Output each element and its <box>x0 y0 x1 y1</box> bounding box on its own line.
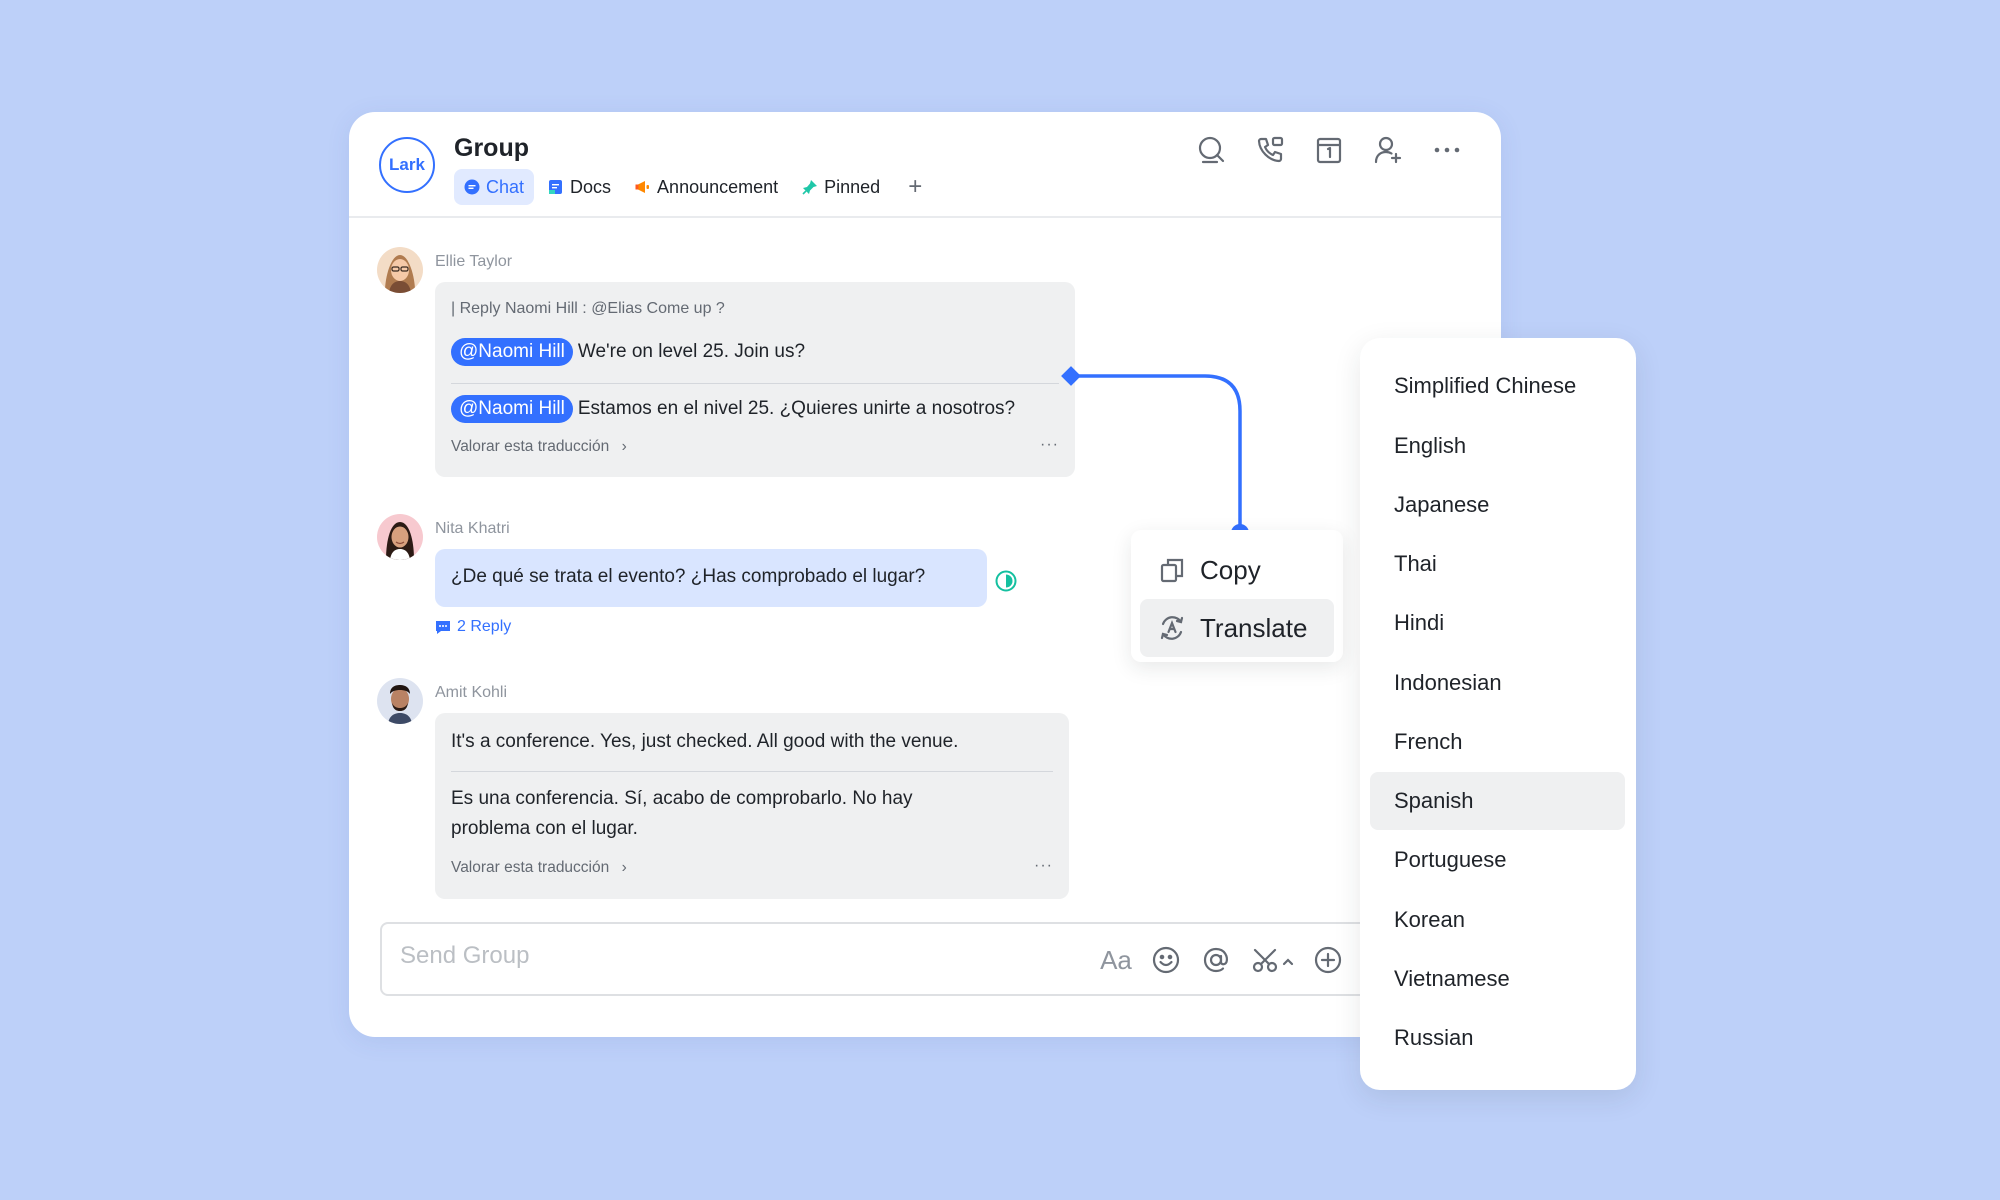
mention-tag[interactable]: @Naomi Hill <box>451 338 573 366</box>
translation-divider <box>451 771 1053 772</box>
read-status-icon <box>995 570 1017 592</box>
translate-menu-item[interactable]: Translate <box>1140 599 1334 657</box>
translate-icon <box>1158 614 1186 642</box>
language-option[interactable]: Simplified Chinese <box>1370 357 1625 415</box>
thread-icon <box>435 619 451 635</box>
language-option[interactable]: Vietnamese <box>1370 950 1625 1008</box>
group-title: Group <box>454 134 529 162</box>
translation-text-line-2: problema con el lugar. <box>451 818 638 839</box>
sender-name: Nita Khatri <box>435 520 510 537</box>
sender-name: Amit Kohli <box>435 684 508 701</box>
translate-label: Translate <box>1200 612 1308 643</box>
header-actions <box>1168 134 1463 166</box>
message-bubble[interactable]: ¿De qué se trata el evento? ¿Has comprob… <box>435 549 987 607</box>
pin-icon <box>802 179 818 195</box>
copy-label: Copy <box>1200 554 1261 585</box>
translation-text-line-1: Es una conferencia. Sí, acabo de comprob… <box>451 788 913 809</box>
language-option[interactable]: Korean <box>1370 891 1625 949</box>
rate-translation-link[interactable]: Valorar esta traducción › <box>451 438 627 456</box>
language-option-selected[interactable]: Spanish <box>1370 772 1625 830</box>
more-icon[interactable] <box>1431 134 1463 166</box>
language-option[interactable]: Portuguese <box>1370 831 1625 889</box>
rate-translation-label: Valorar esta traducción <box>451 438 610 455</box>
language-option[interactable]: English <box>1370 417 1625 475</box>
thread-reply-link[interactable]: 2 Reply <box>435 618 511 636</box>
add-tab-button[interactable]: + <box>908 175 922 199</box>
chevron-right-icon: › <box>621 438 627 455</box>
language-option[interactable]: Russian <box>1370 1009 1625 1067</box>
megaphone-icon <box>635 179 651 195</box>
avatar[interactable] <box>377 247 423 293</box>
text-format-icon[interactable]: Aa <box>1100 944 1132 976</box>
tab-chat[interactable]: Chat <box>454 169 535 205</box>
sender-name: Ellie Taylor <box>435 253 513 270</box>
tab-announcement[interactable]: Announcement <box>625 169 788 205</box>
scissors-icon[interactable] <box>1250 944 1294 976</box>
translation-divider <box>451 383 1059 384</box>
tab-pinned-label: Pinned <box>824 176 881 197</box>
message-text-content: We're on level 25. Join us? <box>577 341 806 362</box>
message-text: ¿De qué se trata el evento? ¿Has comprob… <box>451 566 926 587</box>
language-option[interactable]: Hindi <box>1370 594 1625 652</box>
add-member-icon[interactable] <box>1372 134 1404 166</box>
message-text: It's a conference. Yes, just checked. Al… <box>451 731 959 752</box>
message-amit: Amit Kohli It's a conference. Yes, just … <box>377 678 1177 918</box>
message-bubble[interactable]: | Reply Naomi Hill : @Elias Come up ? @N… <box>435 282 1075 477</box>
translation-text: @Naomi Hill Estamos en el nivel 25. ¿Qui… <box>451 395 1015 423</box>
translation-text-content: Estamos en el nivel 25. ¿Quieres unirte … <box>577 398 1016 419</box>
calendar-icon[interactable] <box>1313 134 1345 166</box>
tab-pinned[interactable]: Pinned <box>792 169 890 205</box>
docs-icon <box>548 179 564 195</box>
chat-header: Lark Group Chat Docs Announcement Pinned… <box>349 112 1501 218</box>
message-ellie: Ellie Taylor | Reply Naomi Hill : @Elias… <box>377 247 1177 487</box>
tab-bar: Chat Docs Announcement Pinned + <box>454 169 922 205</box>
tab-chat-label: Chat <box>486 176 525 197</box>
text-format-label: Aa <box>1100 944 1132 975</box>
reply-quote: | Reply Naomi Hill : @Elias Come up ? <box>451 300 725 317</box>
language-option[interactable]: Indonesian <box>1370 654 1625 712</box>
reply-count: 2 Reply <box>457 618 512 635</box>
rate-translation-label: Valorar esta traducción <box>451 859 610 876</box>
more-options-button[interactable]: ··· <box>1034 857 1053 875</box>
language-option[interactable]: Japanese <box>1370 476 1625 534</box>
tab-docs[interactable]: Docs <box>538 169 621 205</box>
lark-logo: Lark <box>379 137 435 193</box>
language-option[interactable]: French <box>1370 713 1625 771</box>
mention-icon[interactable] <box>1200 944 1232 976</box>
avatar[interactable] <box>377 514 423 560</box>
language-list: Simplified Chinese English Japanese Thai… <box>1360 338 1636 1090</box>
search-icon[interactable] <box>1195 134 1227 166</box>
emoji-icon[interactable] <box>1150 944 1182 976</box>
chat-bubble-icon <box>464 179 480 195</box>
language-option[interactable]: Thai <box>1370 535 1625 593</box>
message-context-menu: Copy Translate <box>1131 530 1343 662</box>
message-text: @Naomi Hill We're on level 25. Join us? <box>451 338 805 366</box>
avatar[interactable] <box>377 678 423 724</box>
add-circle-icon[interactable] <box>1312 944 1344 976</box>
message-composer: Aa <box>380 922 1480 996</box>
tab-docs-label: Docs <box>570 176 612 197</box>
mention-tag[interactable]: @Naomi Hill <box>451 395 573 423</box>
phone-call-icon[interactable] <box>1254 134 1286 166</box>
chevron-right-icon: › <box>621 859 627 876</box>
copy-menu-item[interactable]: Copy <box>1140 541 1334 599</box>
rate-translation-link[interactable]: Valorar esta traducción › <box>451 859 627 877</box>
tab-announcement-label: Announcement <box>657 176 779 197</box>
composer-toolbar: Aa <box>1100 944 1362 976</box>
more-options-button[interactable]: ··· <box>1040 436 1059 454</box>
message-bubble[interactable]: It's a conference. Yes, just checked. Al… <box>435 713 1069 899</box>
copy-icon <box>1158 556 1186 584</box>
message-input[interactable] <box>400 942 1000 970</box>
message-nita: Nita Khatri ¿De qué se trata el evento? … <box>377 514 1177 635</box>
